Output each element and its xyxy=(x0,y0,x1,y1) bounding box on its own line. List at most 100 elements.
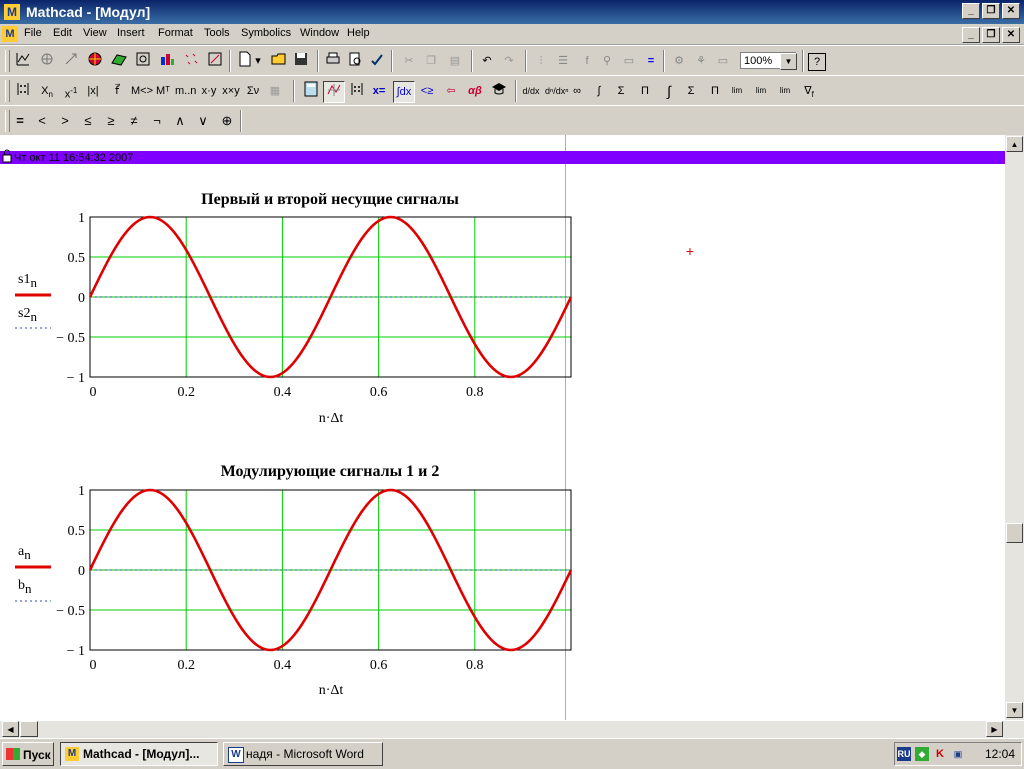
dot-product-icon[interactable]: x·y xyxy=(199,81,219,101)
doc-restore-icon[interactable]: ❐ xyxy=(982,27,1000,43)
task-mathcad[interactable]: M Mathcad - [Модул]... xyxy=(60,742,218,766)
picture-icon[interactable]: ▦ xyxy=(265,81,285,101)
plot-modulating-signals[interactable]: Модулирующие сигналы 1 и 2 1 0.5 0 − 0.5 − 1… xyxy=(15,463,573,698)
abs-icon[interactable]: |x| xyxy=(83,81,103,101)
globe-icon[interactable] xyxy=(85,51,105,71)
cross-product-icon[interactable]: x×y xyxy=(221,81,241,101)
bool-not-equal[interactable]: ≠ xyxy=(124,111,144,131)
task-word[interactable]: Wнадя - Microsoft Word xyxy=(223,742,383,766)
nth-derivative-icon[interactable]: dⁿ/dxⁿ xyxy=(545,81,569,101)
contour-plot-icon[interactable] xyxy=(133,51,153,71)
menu-symbolics[interactable]: Symbolics xyxy=(241,27,291,39)
indefinite-integral-icon[interactable]: ∫ xyxy=(659,81,679,101)
menu-view[interactable]: View xyxy=(83,27,107,39)
range-sum-icon[interactable]: Σ xyxy=(681,81,701,101)
bar-plot-icon[interactable] xyxy=(157,51,177,71)
bool-greater[interactable]: > xyxy=(55,111,75,131)
new-document-icon[interactable] xyxy=(235,51,255,71)
resource-icon[interactable]: ⚘ xyxy=(691,51,711,71)
symbolic-icon[interactable] xyxy=(489,81,509,101)
document-icon[interactable]: M xyxy=(2,26,18,42)
vector-sum-icon[interactable]: Σν xyxy=(243,81,263,101)
equals-icon[interactable]: = xyxy=(641,51,661,71)
inverse-icon[interactable]: x-1 xyxy=(61,81,81,101)
plot-carrier-signals[interactable]: Первый и второй несущие сигналы 1 0.5 0 − 0… xyxy=(15,191,573,426)
component-icon[interactable]: ⚙ xyxy=(669,51,689,71)
undo-icon[interactable]: ↶ xyxy=(477,51,497,71)
close-icon[interactable]: ✕ xyxy=(1002,3,1020,19)
scroll-down-icon[interactable]: ▼ xyxy=(1006,702,1023,718)
doc-close-icon[interactable]: ✕ xyxy=(1002,27,1020,43)
restore-icon[interactable]: ❐ xyxy=(982,3,1000,19)
scroll-left-icon[interactable]: ◀ xyxy=(2,721,19,737)
menu-help[interactable]: Help xyxy=(347,27,370,39)
gradient-icon[interactable]: ∇f xyxy=(799,81,819,101)
limit-right-icon[interactable]: lim xyxy=(751,81,771,101)
menu-window[interactable]: Window xyxy=(300,27,339,39)
tray-app-icon[interactable]: ◆ xyxy=(915,747,929,761)
frame-icon[interactable]: ▭ xyxy=(713,51,733,71)
menu-file[interactable]: File xyxy=(24,27,42,39)
minimize-icon[interactable]: _ xyxy=(962,3,980,19)
spell-check-icon[interactable] xyxy=(367,51,387,71)
menu-insert[interactable]: Insert xyxy=(117,27,145,39)
calculate-icon[interactable]: ▭ xyxy=(619,51,639,71)
surface-plot-icon[interactable] xyxy=(109,51,129,71)
worksheet[interactable]: Чт окт 11 16:54:32 2007 + Первый и второ… xyxy=(0,135,1005,720)
language-indicator[interactable]: RU xyxy=(897,747,911,761)
graph-toolbar-icon[interactable] xyxy=(323,81,345,103)
programming-icon[interactable]: ⇦ xyxy=(441,81,461,101)
scroll-thumb[interactable] xyxy=(1006,523,1023,543)
derivative-icon[interactable]: d/dx xyxy=(521,81,541,101)
new-dropdown-icon[interactable]: ▾ xyxy=(253,51,263,71)
network-icon[interactable]: ▣ xyxy=(951,747,965,761)
calculus-icon[interactable]: ∫dx xyxy=(393,81,415,103)
summation-icon[interactable]: Σ xyxy=(611,81,631,101)
open-folder-icon[interactable] xyxy=(269,51,289,71)
vector-plot-icon[interactable] xyxy=(61,51,81,71)
bool-less-equal[interactable]: ≤ xyxy=(78,111,98,131)
limit-left-icon[interactable]: lim xyxy=(775,81,795,101)
column-icon[interactable]: M<> xyxy=(131,81,153,101)
bool-less[interactable]: < xyxy=(32,111,52,131)
start-button[interactable]: Пуск xyxy=(2,742,54,766)
bool-and[interactable]: ∧ xyxy=(170,111,190,131)
save-icon[interactable] xyxy=(291,51,311,71)
bool-xor[interactable]: ⊕ xyxy=(217,111,237,131)
print-preview-icon[interactable] xyxy=(345,51,365,71)
redo-icon[interactable]: ↷ xyxy=(499,51,519,71)
align-across-icon[interactable]: ⫶ xyxy=(531,51,551,71)
menu-format[interactable]: Format xyxy=(158,27,193,39)
limit-icon[interactable]: lim xyxy=(727,81,747,101)
horizontal-scrollbar[interactable]: ◀ ▶ xyxy=(0,720,1024,739)
subscript-icon[interactable]: Xn xyxy=(37,81,57,101)
graph-icon[interactable] xyxy=(13,51,33,71)
matrix-icon[interactable] xyxy=(13,81,33,101)
plot-wizard-icon[interactable] xyxy=(205,51,225,71)
calculator-icon[interactable] xyxy=(301,81,321,101)
hscroll-thumb[interactable] xyxy=(20,721,38,737)
scatter-plot-icon[interactable] xyxy=(181,51,201,71)
greek-icon[interactable]: αβ xyxy=(465,81,485,101)
definite-integral-icon[interactable]: ∫ xyxy=(589,81,609,101)
scroll-right-icon[interactable]: ▶ xyxy=(986,721,1003,737)
bool-greater-equal[interactable]: ≥ xyxy=(101,111,121,131)
vertical-scrollbar[interactable]: ▲ ▼ xyxy=(1005,135,1024,720)
scroll-up-icon[interactable]: ▲ xyxy=(1006,136,1023,152)
vectorize-icon[interactable]: f⃗ xyxy=(107,81,127,101)
copy-icon[interactable]: ❐ xyxy=(421,51,441,71)
paste-icon[interactable]: ▤ xyxy=(445,51,465,71)
bool-equal[interactable]: = xyxy=(10,111,30,131)
matrix-toolbar-icon[interactable] xyxy=(347,81,367,101)
menu-edit[interactable]: Edit xyxy=(53,27,72,39)
range-icon[interactable]: m..n xyxy=(175,81,196,101)
range-product-icon[interactable]: Π xyxy=(705,81,725,101)
cut-icon[interactable]: ✂ xyxy=(399,51,419,71)
menu-tools[interactable]: Tools xyxy=(204,27,230,39)
transpose-icon[interactable]: Mᵀ xyxy=(153,81,173,101)
align-down-icon[interactable]: ☰ xyxy=(553,51,573,71)
bool-or[interactable]: ∨ xyxy=(193,111,213,131)
insert-function-icon[interactable]: f xyxy=(577,51,597,71)
print-icon[interactable] xyxy=(323,51,343,71)
zoom-dropdown-icon[interactable]: ▼ xyxy=(780,53,797,70)
